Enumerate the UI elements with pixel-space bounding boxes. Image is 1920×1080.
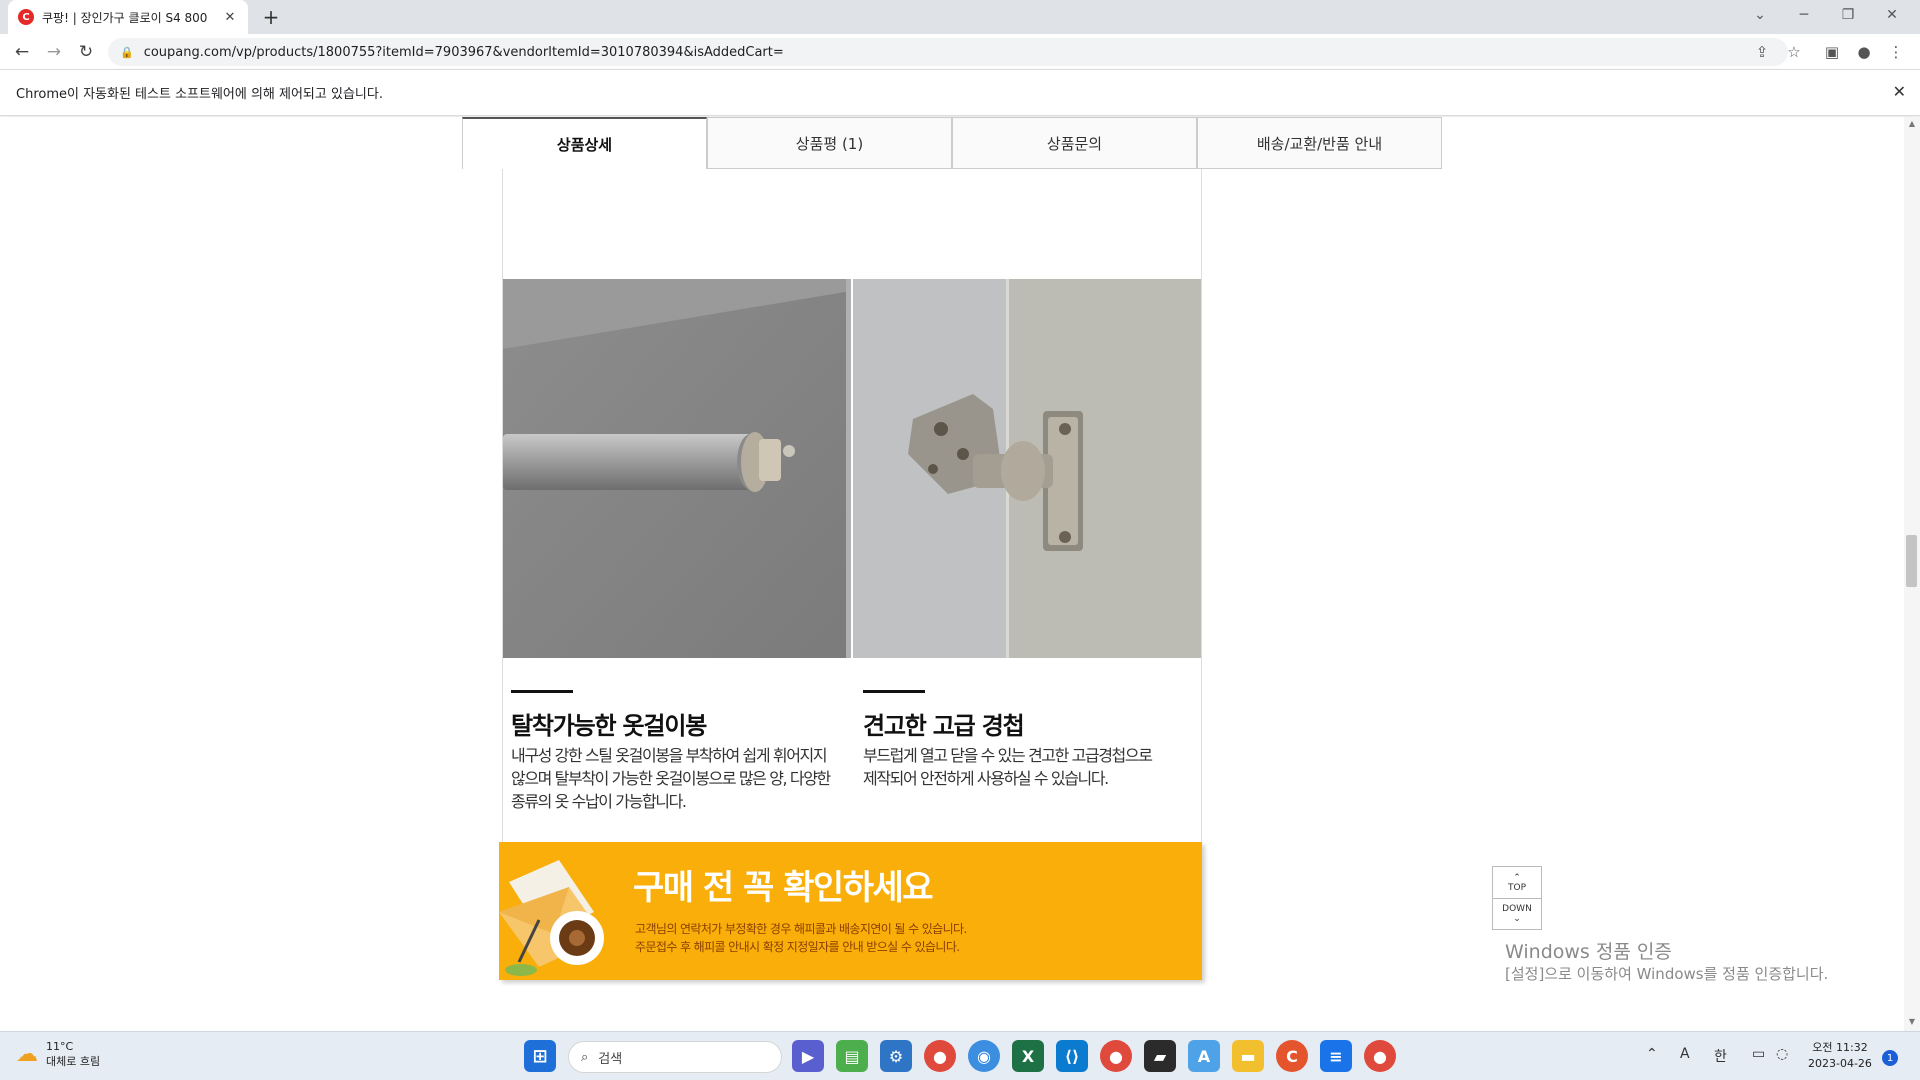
back-arrow-icon[interactable]: ← — [10, 40, 34, 64]
arrow-down-icon: ⌄ — [1513, 914, 1521, 924]
feature-title: 견고한 고급 경첩 — [863, 712, 1025, 740]
feature-description: 내구성 강한 스틸 옷걸이봉을 부착하여 쉽게 휘어지지 않으며 탈부착이 가능… — [511, 744, 831, 813]
windows-taskbar: ☁ 11°C 대체로 흐림 ⊞ ⌕ 검색 ▶ ▤ ⚙ ● ◉ X ⟨⟩ ● ▰ … — [0, 1031, 1920, 1080]
tab-shipping-info[interactable]: 배송/교환/반품 안내 — [1197, 117, 1442, 169]
clock-date: 2023-04-26 — [1808, 1057, 1872, 1070]
scroll-up-arrow-icon[interactable]: ▲ — [1906, 119, 1918, 131]
feature-description-line: 내구성 강한 스틸 옷걸이봉을 부착하여 쉽게 휘어지지 — [511, 746, 828, 765]
activation-watermark-subtitle: [설정]으로 이동하여 Windows를 정품 인증합니다. — [1505, 965, 1829, 983]
minimize-button[interactable]: ─ — [1782, 0, 1826, 30]
arrow-up-icon: ⌃ — [1513, 872, 1521, 883]
settings-gear-icon[interactable]: ⚙ — [880, 1040, 912, 1072]
tab-title: 쿠팡! | 장인가구 클로이 S4 800 — [42, 10, 208, 25]
address-bar[interactable]: 🔒 coupang.com/vp/products/1800755?itemId… — [108, 38, 1788, 66]
scroll-top-label: TOP — [1507, 882, 1526, 893]
url-text: coupang.com/vp/products/1800755?itemId=7… — [143, 44, 784, 60]
reload-icon[interactable]: ↻ — [74, 40, 98, 64]
product-tabs: 상품상세 상품평 (1) 상품문의 배송/교환/반품 안내 — [462, 117, 1442, 169]
tab-product-detail[interactable]: 상품상세 — [462, 117, 707, 169]
photos-app-icon[interactable]: ▤ — [836, 1040, 868, 1072]
sticky-notes-icon[interactable]: ▰ — [1144, 1040, 1176, 1072]
speaker-icon[interactable]: ◌ — [1776, 1046, 1788, 1062]
text-editor-icon[interactable]: A — [1188, 1040, 1220, 1072]
excel-icon[interactable]: X — [1012, 1040, 1044, 1072]
new-tab-button[interactable]: + — [258, 4, 284, 30]
browser-toolbar: ← → ↻ 🔒 coupang.com/vp/products/1800755?… — [0, 34, 1920, 70]
scrollbar-thumb[interactable] — [1906, 535, 1917, 587]
vscode-icon[interactable]: ⟨⟩ — [1056, 1040, 1088, 1072]
coupang-app-icon[interactable]: C — [1276, 1040, 1308, 1072]
feature-description-line: 않으며 탈부착이 가능한 옷걸이봉으로 많은 양, 다양한 — [511, 769, 831, 788]
weather-desc: 대체로 흐림 — [46, 1055, 101, 1068]
windows-start-icon[interactable]: ⊞ — [524, 1040, 556, 1072]
restore-button[interactable]: ❐ — [1826, 0, 1870, 30]
notice-title: 구매 전 꼭 확인하세요 — [633, 868, 934, 908]
profile-icon[interactable]: ● — [1852, 40, 1876, 64]
notification-badge[interactable]: 1 — [1882, 1050, 1898, 1066]
browser-tab[interactable]: C 쿠팡! | 장인가구 클로이 S4 800 ✕ — [8, 0, 248, 34]
product-detail-content: 탈착가능한 옷걸이봉 내구성 강한 스틸 옷걸이봉을 부착하여 쉽게 휘어지지 … — [502, 169, 1202, 896]
chat-bubbles-icon[interactable]: ◉ — [968, 1040, 1000, 1072]
file-explorer-folder-icon[interactable]: ▬ — [1232, 1040, 1264, 1072]
scroll-down-arrow-icon[interactable]: ▼ — [1906, 1017, 1918, 1029]
ime-language-indicator[interactable]: 한 — [1714, 1046, 1727, 1066]
clock-time: 오전 11:32 — [1812, 1041, 1868, 1054]
feature-divider — [863, 690, 925, 693]
network-display-icon[interactable]: ▭ — [1752, 1046, 1765, 1062]
hanger-rod-photo — [503, 279, 851, 658]
ime-mode-indicator[interactable]: A — [1680, 1046, 1690, 1062]
notice-line: 고객님의 연락처가 부정확한 경우 해피콜과 배송지연이 될 수 있습니다. — [635, 922, 967, 936]
lock-icon[interactable]: 🔒 — [120, 46, 134, 59]
chevron-up-icon[interactable]: ⌃ — [1646, 1046, 1658, 1062]
weather-widget[interactable]: ☁ 11°C 대체로 흐림 — [16, 1040, 100, 1069]
feature-divider — [511, 690, 573, 693]
notice-line: 주문접수 후 해피콜 안내시 확정 지정일자를 안내 받으실 수 있습니다. — [635, 940, 960, 954]
chrome-icon[interactable]: ● — [1100, 1040, 1132, 1072]
search-placeholder: 검색 — [598, 1051, 623, 1067]
forward-arrow-icon[interactable]: → — [42, 40, 66, 64]
infobar-text: Chrome이 자동화된 테스트 소프트웨어에 의해 제어되고 있습니다. — [16, 87, 383, 102]
bookmark-star-icon[interactable]: ☆ — [1782, 40, 1806, 64]
feature-title: 탈착가능한 옷걸이봉 — [511, 712, 707, 740]
page-viewport: 상품상세 상품평 (1) 상품문의 배송/교환/반품 안내 탈착가능한 옷걸이봉… — [0, 117, 1904, 1031]
feature-description-line: 부드럽게 열고 닫을 수 있는 견고한 고급경첩으로 — [863, 746, 1153, 765]
hinge-photo — [853, 279, 1201, 658]
scroll-down-button[interactable]: DOWN ⌄ — [1493, 898, 1541, 929]
purchase-notice-banner: 구매 전 꼭 확인하세요 고객님의 연락처가 부정확한 경우 해피콜과 배송지연… — [499, 842, 1202, 980]
teams-chat-icon[interactable]: ▶ — [792, 1040, 824, 1072]
taskbar-search-box[interactable]: ⌕ 검색 — [568, 1041, 782, 1073]
notepad-icon[interactable]: ≡ — [1320, 1040, 1352, 1072]
close-window-button[interactable]: ✕ — [1870, 0, 1914, 30]
scroll-shortcut-widget: ⌃ TOP DOWN ⌄ — [1492, 866, 1542, 930]
side-panel-icon[interactable]: ▣ — [1820, 40, 1844, 64]
feature-description: 부드럽게 열고 닫을 수 있는 견고한 고급경첩으로 제작되어 안전하게 사용하… — [863, 744, 1153, 790]
feature-description-line: 종류의 옷 수납이 가능합니다. — [511, 792, 687, 811]
weather-temp: 11°C — [46, 1040, 74, 1053]
partly-cloudy-icon: ☁ — [16, 1042, 38, 1067]
chrome-icon[interactable]: ● — [924, 1040, 956, 1072]
feature-description-line: 제작되어 안전하게 사용하실 수 있습니다. — [863, 769, 1109, 788]
infobar-close-icon[interactable]: ✕ — [1893, 82, 1906, 101]
envelope-coffee-icon — [499, 860, 604, 976]
tab-close-icon[interactable]: ✕ — [222, 10, 238, 25]
automation-infobar: Chrome이 자동화된 테스트 소프트웨어에 의해 제어되고 있습니다. ✕ — [0, 70, 1920, 116]
scroll-top-button[interactable]: ⌃ TOP — [1493, 867, 1541, 898]
menu-kebab-icon[interactable]: ⋮ — [1884, 40, 1908, 64]
activation-watermark-title: Windows 정품 인증 — [1505, 941, 1672, 963]
tab-reviews[interactable]: 상품평 (1) — [707, 117, 952, 169]
tab-search-icon[interactable]: ⌄ — [1738, 0, 1782, 30]
tab-inquiries[interactable]: 상품문의 — [952, 117, 1197, 169]
coupang-favicon-icon: C — [18, 9, 34, 25]
browser-tab-strip: C 쿠팡! | 장인가구 클로이 S4 800 ✕ + ⌄ ─ ❐ ✕ — [0, 0, 1920, 34]
taskbar-clock[interactable]: 오전 11:32 2023-04-26 — [1808, 1040, 1872, 1072]
share-icon[interactable]: ⇪ — [1750, 40, 1774, 64]
search-icon: ⌕ — [581, 1049, 589, 1065]
chrome-icon[interactable]: ● — [1364, 1040, 1396, 1072]
scroll-down-label: DOWN — [1502, 904, 1532, 914]
